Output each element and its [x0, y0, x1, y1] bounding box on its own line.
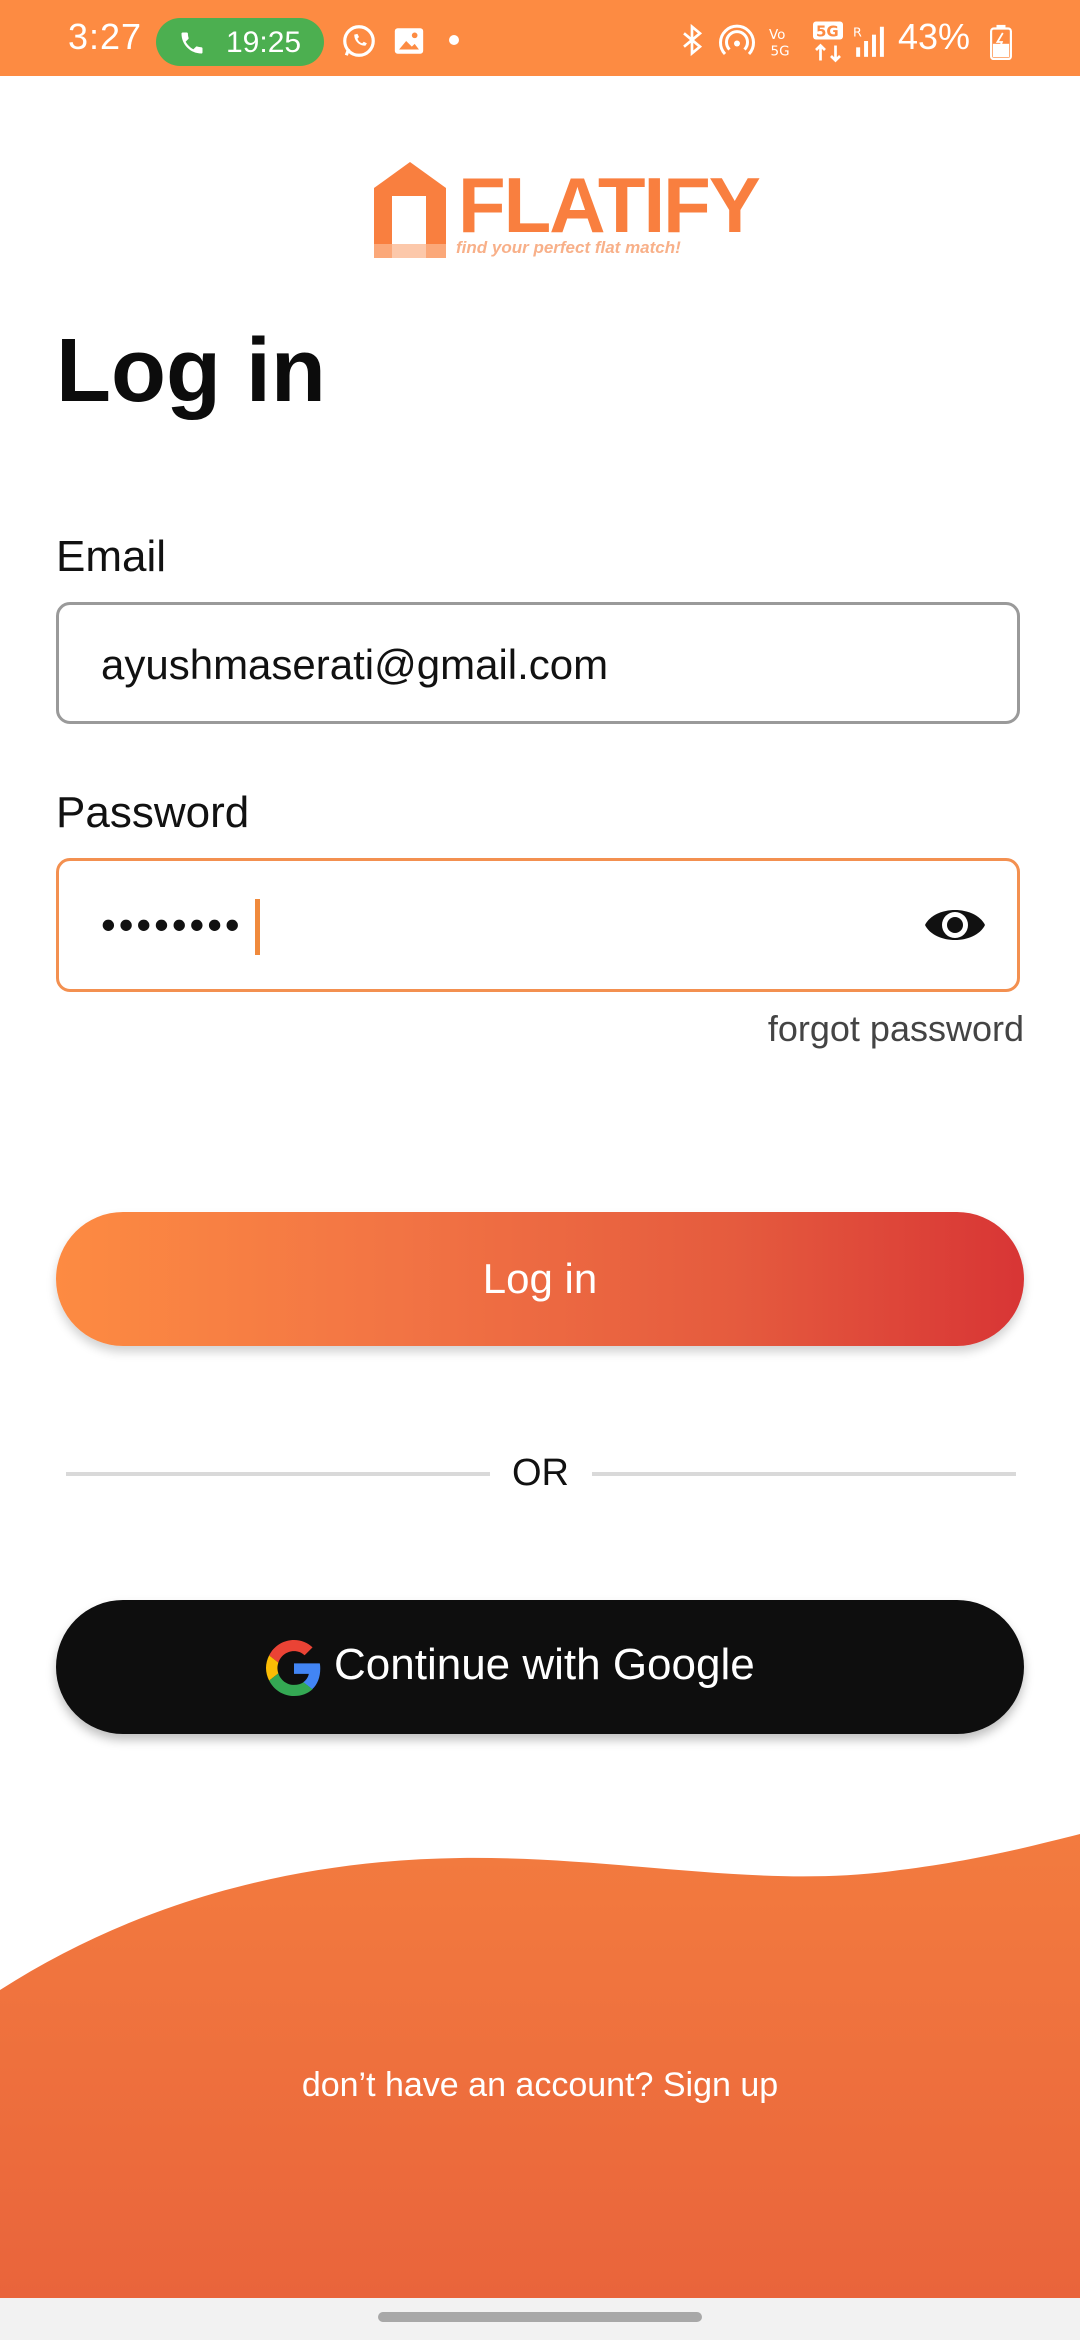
whatsapp-icon: [343, 25, 375, 57]
battery-icon: [990, 24, 1012, 60]
phone-icon: [181, 32, 203, 54]
battery-percent: 43%: [898, 16, 971, 57]
page-title: Log in: [56, 321, 326, 421]
status-time: 3:27: [68, 16, 143, 57]
flatify-logo: FLATIFY find your perfect flat match!: [370, 158, 761, 262]
call-timer: 19:25: [226, 26, 302, 59]
volte-icon: Vo 5G: [769, 27, 790, 60]
bottom-wave-decoration: [0, 1834, 1080, 2300]
logo-tagline: find your perfect flat match!: [456, 238, 681, 257]
signup-link[interactable]: don’t have an account? Sign up: [0, 2066, 1080, 2105]
bluetooth-icon: [683, 23, 703, 57]
email-label: Email: [56, 532, 167, 581]
or-divider-text: OR: [512, 1452, 569, 1494]
gallery-icon: [394, 28, 424, 54]
email-field[interactable]: ayushmaserati@gmail.com: [56, 602, 1020, 724]
password-value: ••••••••: [101, 901, 243, 948]
svg-text:Vo: Vo: [769, 27, 785, 43]
forgot-password-link[interactable]: forgot password: [768, 1008, 1024, 1050]
svg-text:5G: 5G: [816, 23, 839, 41]
eye-icon[interactable]: [923, 901, 987, 949]
house-logo-icon: [374, 162, 446, 258]
google-button-label: Continue with Google: [334, 1640, 755, 1689]
password-label: Password: [56, 788, 250, 837]
email-value: ayushmaserati@gmail.com: [101, 641, 609, 688]
continue-with-google-button[interactable]: Continue with Google: [56, 1600, 1024, 1734]
svg-text:R: R: [853, 24, 862, 39]
5g-icon: 5G: [813, 21, 843, 63]
notification-dot-icon: [449, 35, 459, 45]
password-field[interactable]: ••••••••: [56, 858, 1020, 992]
divider-line-left: [66, 1472, 490, 1476]
system-navigation-bar: [0, 2298, 1080, 2340]
divider-line-right: [592, 1472, 1016, 1476]
text-caret: [255, 899, 260, 955]
google-icon: [266, 1640, 321, 1696]
svg-text:5G: 5G: [771, 44, 790, 60]
hotspot-icon: [719, 24, 755, 56]
signal-icon: R: [853, 24, 884, 57]
status-bar: 3:27 19:25 Vo 5G 5G R 43%: [0, 0, 1080, 76]
ongoing-call-chip[interactable]: 19:25: [156, 18, 324, 66]
home-indicator[interactable]: [378, 2312, 702, 2322]
login-button[interactable]: Log in: [56, 1212, 1024, 1346]
